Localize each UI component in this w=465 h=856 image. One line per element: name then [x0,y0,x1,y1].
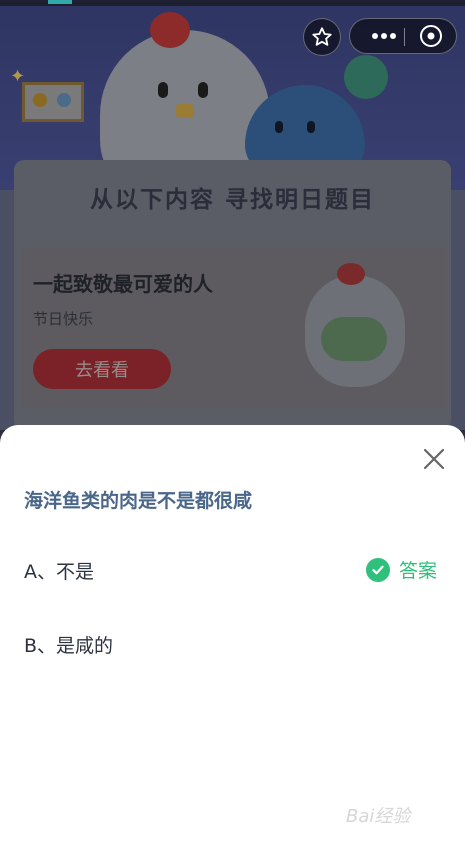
chick-with-flowers-illustration [305,263,405,387]
answer-badge: 答案 [366,556,437,583]
status-strip [0,0,465,6]
chick-beak [176,104,194,118]
banner-title: 从以下内容 寻找明日题目 [89,187,375,213]
option-a[interactable]: A、不是 [24,557,94,584]
star-icon [312,27,332,46]
answer-label: 答案 [399,560,438,582]
promo-card-subtitle: 节日快乐 [33,310,94,328]
close-sheet-button[interactable] [420,445,448,473]
favorite-button[interactable] [303,18,341,56]
close-icon [423,448,445,470]
medal-frame-illustration [22,82,84,122]
chick-comb [150,12,190,48]
blue-medal-icon [57,93,71,107]
option-b[interactable]: B、是咸的 [24,631,113,658]
watermark: Bai经验 [346,806,411,827]
question-title: 海洋鱼类的肉是不是都很咸 [24,490,253,512]
chick-eye [158,82,168,98]
mascot-eye [275,121,283,133]
gold-medal-icon [33,93,47,107]
chick-comb [337,263,365,285]
check-circle-icon [366,557,390,582]
status-strip-mark [48,0,72,4]
chick-eye [198,82,208,98]
promo-card-title: 一起致敬最可爱的人 [33,272,213,296]
more-dots-icon [372,33,396,39]
more-button[interactable] [357,18,411,54]
mascot-eye [307,121,315,133]
go-see-button[interactable]: 去看看 [33,349,171,389]
globe-illustration [344,55,388,99]
exit-mini-program-button[interactable] [411,18,451,54]
close-circle-icon [420,25,442,47]
flower-bouquet [321,317,387,361]
